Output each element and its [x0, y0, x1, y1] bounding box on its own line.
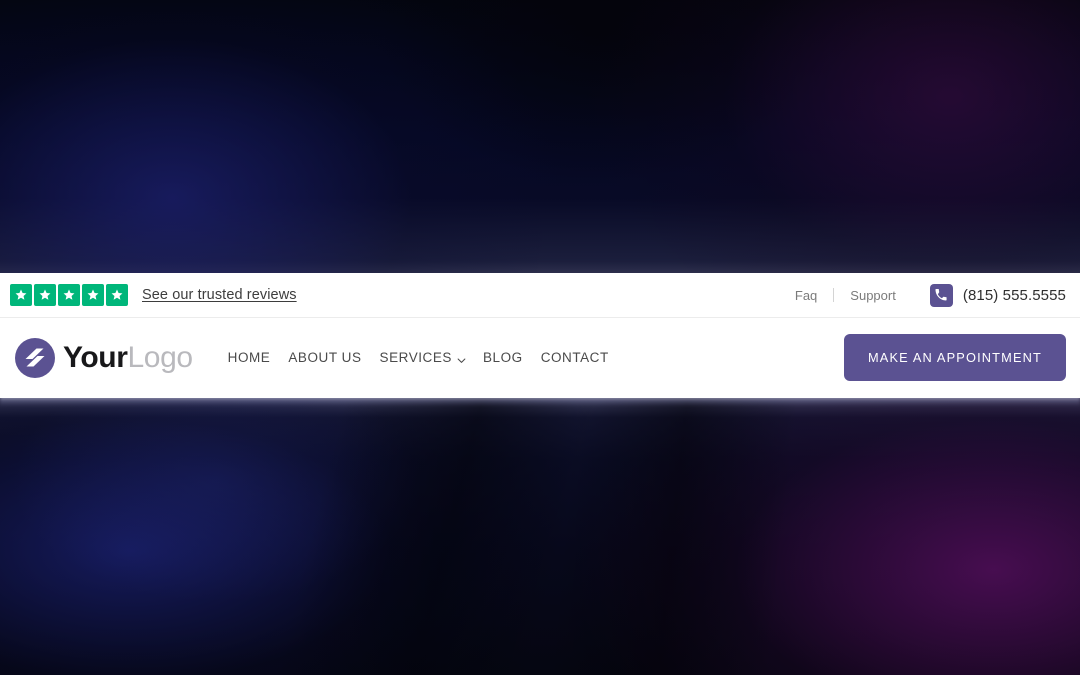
background-bottom-streaks: [0, 398, 1080, 675]
background-top-tint: [0, 0, 1080, 275]
nav-item-label: BLOG: [482, 350, 523, 365]
chevron-down-icon: [457, 353, 466, 363]
utility-bar: See our trusted reviews Faq Support (815…: [0, 273, 1080, 318]
star-icon: [58, 284, 80, 306]
make-an-appointment-button[interactable]: MAKE AN APPOINTMENT: [843, 334, 1066, 381]
nav-item-about-us[interactable]: ABOUT US: [279, 350, 370, 365]
nav-item-list: HOME ABOUT US SERVICES BLOG CONTACT: [219, 350, 618, 365]
site-logo[interactable]: YourLogo: [14, 337, 193, 379]
support-link[interactable]: Support: [834, 288, 912, 303]
phone-block[interactable]: (815) 555.5555: [929, 283, 1066, 307]
logo-swoosh-icon: [14, 337, 56, 379]
phone-number[interactable]: (815) 555.5555: [963, 287, 1066, 304]
logo-text-light: Logo: [127, 340, 194, 374]
logo-text-bold: Your: [63, 340, 128, 374]
main-navigation: YourLogo HOME ABOUT US SERVICES BLOG CON…: [0, 318, 1080, 397]
star-icon: [34, 284, 56, 306]
nav-item-label: ABOUT US: [288, 350, 362, 365]
nav-item-label: CONTACT: [540, 350, 609, 365]
rating-stars: [10, 284, 128, 306]
star-icon: [106, 284, 128, 306]
phone-icon: [929, 283, 953, 307]
nav-item-label: SERVICES: [379, 350, 452, 365]
utility-bar-left: See our trusted reviews: [10, 284, 297, 306]
nav-item-home[interactable]: HOME: [219, 350, 280, 365]
page-root: See our trusted reviews Faq Support (815…: [0, 0, 1080, 675]
utility-bar-right: Faq Support (815) 555.5555: [779, 283, 1066, 307]
trusted-reviews-link[interactable]: See our trusted reviews: [142, 287, 297, 303]
nav-item-label: HOME: [227, 350, 271, 365]
nav-item-blog[interactable]: BLOG: [474, 350, 532, 365]
star-icon: [10, 284, 32, 306]
faq-link[interactable]: Faq: [779, 288, 833, 303]
nav-item-services[interactable]: SERVICES: [371, 350, 474, 365]
site-header: See our trusted reviews Faq Support (815…: [0, 273, 1080, 398]
logo-text: YourLogo: [63, 341, 193, 375]
nav-item-contact[interactable]: CONTACT: [532, 350, 618, 365]
star-icon: [82, 284, 104, 306]
